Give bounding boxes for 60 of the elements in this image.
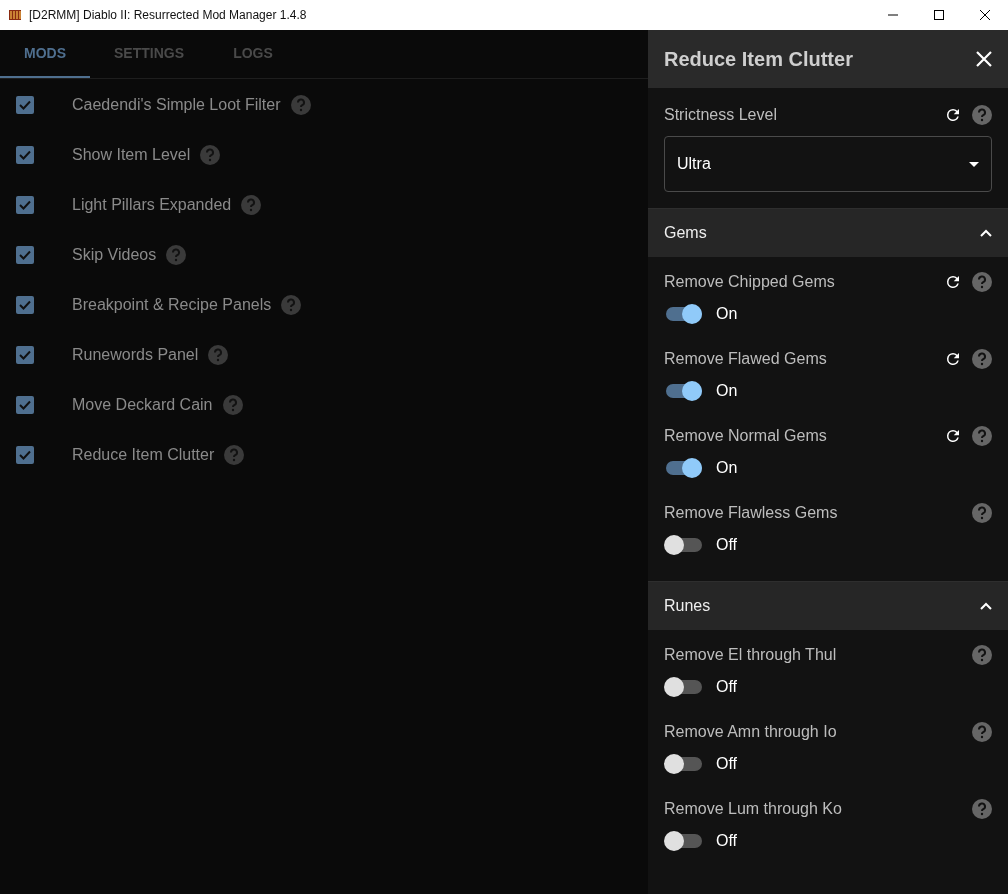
panel-title: Reduce Item Clutter (664, 47, 853, 71)
maximize-icon[interactable] (934, 10, 944, 20)
section-header[interactable]: Runes (648, 581, 1008, 630)
toggle-switch[interactable] (666, 833, 702, 848)
help-icon[interactable] (972, 721, 992, 742)
toggle-switch[interactable] (666, 460, 702, 475)
toggle-switch[interactable] (666, 679, 702, 694)
checkbox[interactable] (16, 246, 34, 264)
toggle-switch[interactable] (666, 537, 702, 552)
section-header[interactable]: Gems (648, 208, 1008, 257)
window-close-icon[interactable] (980, 10, 990, 20)
toggle-state: Off (716, 535, 738, 554)
setting-label: Remove Lum through Ko (664, 799, 843, 818)
help-icon[interactable] (972, 644, 992, 665)
toggle-state: On (716, 381, 738, 400)
toggle-state: On (716, 304, 738, 323)
toggle-state: Off (716, 754, 738, 773)
setting-label: Remove Flawed Gems (664, 349, 828, 368)
help-icon[interactable] (972, 105, 992, 125)
mod-name[interactable]: Runewords Panel (72, 346, 199, 364)
chevron-icon (980, 229, 992, 237)
help-icon[interactable] (972, 348, 992, 369)
toggle-switch[interactable] (666, 306, 702, 321)
mod-name[interactable]: Breakpoint & Recipe Panels (72, 296, 272, 314)
checkbox[interactable] (16, 296, 34, 314)
toggle-switch[interactable] (666, 383, 702, 398)
toggle-state: Off (716, 831, 738, 850)
checkbox[interactable] (16, 96, 34, 114)
setting-label: Remove Chipped Gems (664, 272, 836, 291)
app-logo-icon (8, 8, 22, 22)
help-icon[interactable] (972, 425, 992, 446)
setting-label: Remove Normal Gems (664, 426, 828, 445)
toggle-state: Off (716, 677, 738, 696)
strictness-select[interactable]: Ultra (664, 136, 992, 192)
checkbox[interactable] (16, 146, 34, 164)
mod-name[interactable]: Caedendi's Simple Loot Filter (72, 96, 281, 114)
window-title: [D2RMM] Diablo II: Resurrected Mod Manager 1.4.8 (29, 8, 308, 22)
help-icon[interactable] (972, 798, 992, 819)
setting-label: Remove Amn through Io (664, 722, 838, 741)
checkbox[interactable] (16, 396, 34, 414)
toggle-state: On (716, 458, 738, 477)
setting-label: Strictness Level (664, 106, 778, 124)
toggle-switch[interactable] (666, 756, 702, 771)
dropdown-caret-icon (969, 161, 979, 167)
mod-name[interactable]: Skip Videos (72, 246, 157, 264)
checkbox[interactable] (16, 196, 34, 214)
help-icon[interactable] (972, 271, 992, 292)
tab[interactable]: MODS (0, 30, 90, 78)
mod-name[interactable]: Reduce Item Clutter (72, 446, 215, 464)
setting-label: Remove El through Thul (664, 645, 838, 664)
chevron-icon (980, 602, 992, 610)
setting-label: Remove Flawless Gems (664, 503, 839, 522)
mod-name[interactable]: Move Deckard Cain (72, 396, 213, 414)
mod-name[interactable]: Show Item Level (72, 146, 191, 164)
close-icon[interactable] (976, 51, 992, 67)
checkbox[interactable] (16, 446, 34, 464)
reset-icon[interactable] (944, 106, 962, 124)
mod-name[interactable]: Light Pillars Expanded (72, 196, 232, 214)
checkbox[interactable] (16, 346, 34, 364)
help-icon[interactable] (972, 502, 992, 523)
